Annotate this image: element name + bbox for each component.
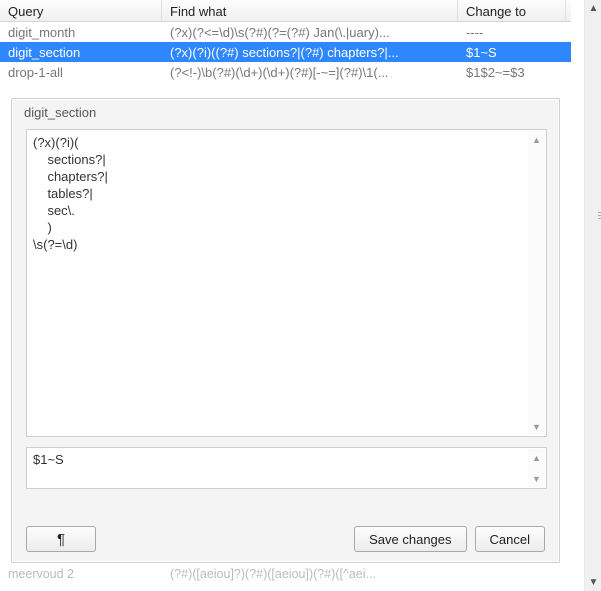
grid-body: digit_month (?x)(?<=\d)\s(?#)(?=(?#) Jan… xyxy=(0,22,571,82)
scroll-up-icon[interactable]: ▲ xyxy=(528,449,545,466)
grid-header: Query Find what Change to xyxy=(0,0,571,22)
cell-find: (?<!-)\b(?#)(\d+)(\d+)(?#)[-~=](?#)\1(..… xyxy=(162,62,458,82)
dialog-title: digit_section xyxy=(12,99,559,128)
obscured-query: meervoud 2 xyxy=(8,567,170,591)
cell-find: (?x)(?i)((?#) sections?|(?#) chapters?|.… xyxy=(162,42,458,62)
cell-query: digit_month xyxy=(0,22,162,42)
table-row[interactable]: drop-1-all (?<!-)\b(?#)(\d+)(\d+)(?#)[-~… xyxy=(0,62,571,82)
vertical-scrollbar[interactable]: ▲ ▼ xyxy=(584,0,601,591)
cell-query: drop-1-all xyxy=(0,62,162,82)
cell-query: digit_section xyxy=(0,42,162,62)
replace-textarea[interactable]: $1~S xyxy=(33,452,524,484)
obscured-find: (?#)([aeiou]?)(?#)([aeiou])(?#)([^aei... xyxy=(170,567,376,591)
col-header-find[interactable]: Find what xyxy=(162,0,458,21)
cell-find: (?x)(?<=\d)\s(?#)(?=(?#) Jan(\.|uary)... xyxy=(162,22,458,42)
edit-query-dialog: digit_section (?x)(?i)( sections?| chapt… xyxy=(11,98,560,563)
replace-scrollbar[interactable]: ▲ ▼ xyxy=(528,449,545,487)
scroll-down-icon[interactable]: ▼ xyxy=(528,470,545,487)
cancel-button[interactable]: Cancel xyxy=(475,526,545,552)
cell-change: ---- xyxy=(458,22,566,42)
table-row[interactable]: digit_month (?x)(?<=\d)\s(?#)(?=(?#) Jan… xyxy=(0,22,571,42)
toggle-whitespace-button[interactable]: ¶ xyxy=(26,526,96,552)
dialog-button-row: ¶ Save changes Cancel xyxy=(26,526,545,552)
obscured-row: meervoud 2 (?#)([aeiou]?)(?#)([aeiou])(?… xyxy=(0,563,571,591)
scroll-grip-icon[interactable] xyxy=(597,195,601,235)
scroll-up-icon[interactable]: ▲ xyxy=(585,0,601,17)
replace-textarea-wrap: $1~S ▲ ▼ xyxy=(26,447,547,489)
query-grid: Query Find what Change to digit_month (?… xyxy=(0,0,571,100)
save-button[interactable]: Save changes xyxy=(354,526,466,552)
table-row[interactable]: digit_section (?x)(?i)((?#) sections?|(?… xyxy=(0,42,571,62)
col-header-change[interactable]: Change to xyxy=(458,0,566,21)
col-header-query[interactable]: Query xyxy=(0,0,162,21)
find-scrollbar[interactable]: ▲ ▼ xyxy=(528,131,545,435)
scroll-down-icon[interactable]: ▼ xyxy=(528,418,545,435)
find-textarea-wrap: (?x)(?i)( sections?| chapters?| tables?|… xyxy=(26,129,547,437)
scroll-up-icon[interactable]: ▲ xyxy=(528,131,545,148)
cell-change: $1$2~=$3 xyxy=(458,62,566,82)
scroll-down-icon[interactable]: ▼ xyxy=(585,574,601,591)
find-textarea[interactable]: (?x)(?i)( sections?| chapters?| tables?|… xyxy=(33,134,524,432)
cell-change: $1~S xyxy=(458,42,566,62)
